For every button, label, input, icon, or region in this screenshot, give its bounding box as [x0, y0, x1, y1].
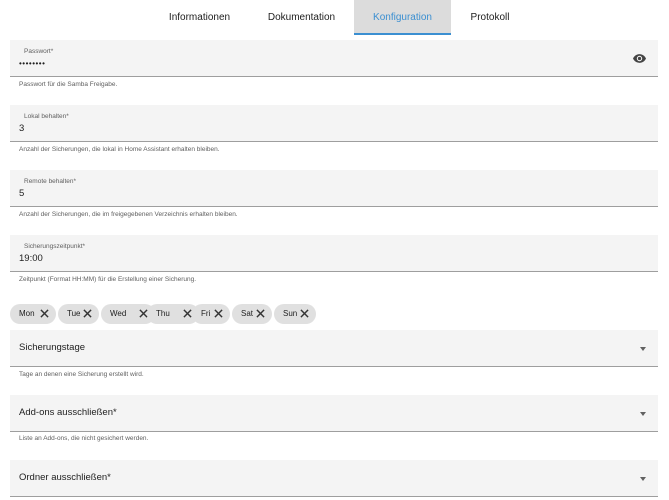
chip-label: Tue: [67, 309, 81, 318]
tab-bar: Informationen Dokumentation Konfiguratio…: [0, 0, 669, 36]
chip-mon[interactable]: Mon: [10, 304, 56, 324]
password-helper-text: Passwort für die Samba Freigabe.: [19, 81, 118, 88]
password-value: ••••••••: [19, 59, 46, 68]
backup-time-helper-text: Zeitpunkt (Format HH:MM) für die Erstell…: [19, 276, 197, 283]
keep-remote-label: Remote behalten*: [24, 178, 77, 185]
chip-label: Mon: [19, 309, 35, 318]
keep-local-value: 3: [19, 123, 25, 134]
exclude-addons-select[interactable]: Add-ons ausschließen*: [10, 395, 658, 432]
exclude-folders-select[interactable]: Ordner ausschließen*: [10, 460, 658, 497]
close-icon[interactable]: [214, 309, 223, 318]
backup-days-select-label: Sicherungstage: [19, 342, 86, 353]
backup-time-label: Sicherungszeitpunkt*: [24, 243, 86, 250]
backup-days-helper-text: Tage an denen eine Sicherung erstellt wi…: [19, 371, 144, 378]
exclude-addons-helper-text: Liste an Add-ons, die nicht gesichert we…: [19, 435, 149, 442]
backup-time-value: 19:00: [19, 253, 43, 264]
chevron-down-icon[interactable]: [640, 477, 646, 481]
addon-configuration-page: Informationen Dokumentation Konfiguratio…: [0, 0, 669, 500]
tab-informationen[interactable]: Informationen: [146, 0, 253, 35]
keep-local-field[interactable]: Lokal behalten* 3: [10, 105, 658, 142]
keep-remote-value: 5: [19, 188, 25, 199]
chip-label: Sat: [241, 309, 254, 318]
chevron-down-icon[interactable]: [640, 347, 646, 351]
exclude-folders-label: Ordner ausschließen*: [19, 472, 111, 483]
chip-sat[interactable]: Sat: [232, 304, 272, 324]
close-icon[interactable]: [40, 309, 49, 318]
exclude-addons-label: Add-ons ausschließen*: [19, 407, 117, 418]
chip-label: Thu: [156, 309, 170, 318]
password-label: Passwort*: [24, 48, 54, 55]
tab-konfiguration[interactable]: Konfiguration: [354, 0, 451, 35]
password-field[interactable]: Passwort* ••••••••: [10, 40, 658, 77]
chip-fri[interactable]: Fri: [192, 304, 230, 324]
eye-icon[interactable]: [633, 54, 646, 63]
keep-local-label: Lokal behalten*: [24, 113, 69, 120]
close-icon[interactable]: [183, 309, 192, 318]
chip-tue[interactable]: Tue: [58, 304, 99, 324]
chip-label: Fri: [201, 309, 211, 318]
close-icon[interactable]: [83, 309, 92, 318]
tab-dokumentation[interactable]: Dokumentation: [250, 0, 353, 35]
backup-time-field[interactable]: Sicherungszeitpunkt* 19:00: [10, 235, 658, 272]
chip-sun[interactable]: Sun: [274, 304, 316, 324]
backup-days-select[interactable]: Sicherungstage: [10, 330, 658, 367]
tab-protokoll[interactable]: Protokoll: [452, 0, 528, 35]
close-icon[interactable]: [300, 309, 309, 318]
keep-remote-field[interactable]: Remote behalten* 5: [10, 170, 658, 207]
chip-label: Wed: [110, 309, 127, 318]
chip-label: Sun: [283, 309, 298, 318]
keep-remote-helper-text: Anzahl der Sicherungen, die im freigegeb…: [19, 211, 238, 218]
chevron-down-icon[interactable]: [640, 412, 646, 416]
keep-local-helper-text: Anzahl der Sicherungen, die lokal in Hom…: [19, 146, 220, 153]
close-icon[interactable]: [256, 309, 265, 318]
